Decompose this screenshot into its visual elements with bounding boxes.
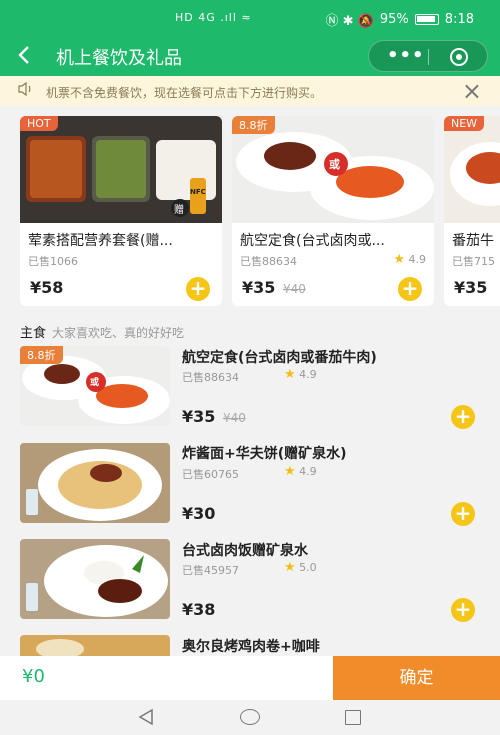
item-name: 台式卤肉饭赠矿泉水 — [182, 543, 308, 559]
title-bar: 机上餐饮及礼品 ••• — [0, 36, 500, 76]
featured-sold: 已售715 — [452, 255, 495, 268]
clock: 8:18 — [444, 12, 474, 27]
featured-sold: 已售1066 — [28, 255, 78, 268]
section-heading: 主食 大家喜欢吃、真的好好吃 — [20, 322, 184, 341]
item-image[interactable]: 8.8折 或 — [20, 346, 170, 426]
item-rating: ★ 4.9 — [284, 367, 317, 382]
item-image[interactable] — [20, 635, 170, 656]
featured-price: ¥35 — [454, 278, 488, 297]
discount-tag: 8.8折 — [20, 346, 63, 364]
featured-card[interactable]: HOT 赠 NFC 荤素搭配营养套餐(赠... 已售1066 ¥58 + — [20, 116, 222, 306]
page-title: 机上餐饮及礼品 — [56, 48, 182, 69]
cart-total: ¥0 — [22, 666, 45, 687]
notice-bar: 机票不含免费餐饮，现在选餐可点击下方进行购买。 × — [0, 76, 500, 106]
original-price: ¥40 — [282, 282, 306, 296]
drink-label: NFC — [190, 188, 206, 196]
capsule-divider — [428, 49, 429, 65]
chevron-left-icon — [18, 46, 29, 64]
speaker-icon — [18, 81, 34, 100]
item-rating: ★ 5.0 — [284, 560, 317, 575]
featured-name: 番茄牛 — [452, 233, 494, 249]
nav-back-icon[interactable] — [136, 707, 156, 727]
checkout-bar: ¥0 确定 — [0, 656, 500, 700]
notice-text: 机票不含免费餐饮，现在选餐可点击下方进行购买。 — [46, 86, 323, 100]
item-price: ¥38 — [182, 600, 216, 619]
gift-label: 赠 — [174, 205, 184, 216]
star-icon: ★ — [284, 464, 296, 479]
or-badge: 或 — [90, 378, 100, 388]
add-to-cart-button[interactable]: + — [451, 502, 475, 526]
add-to-cart-button[interactable]: + — [398, 277, 422, 301]
item-rating: ★ 4.9 — [284, 464, 317, 479]
featured-price: ¥35 ¥40 — [242, 278, 306, 297]
battery-icon — [414, 14, 439, 25]
item-image[interactable] — [20, 443, 170, 523]
more-button[interactable]: ••• — [387, 45, 425, 66]
status-icons: Ⓝ ✱ 🔕 — [325, 14, 374, 29]
mini-program-capsule: ••• — [368, 40, 488, 72]
chicken-wrap-thumb — [20, 635, 170, 656]
item-sold: 已售88634 — [182, 371, 239, 384]
featured-sold: 已售88634 — [240, 255, 297, 268]
nav-home-icon[interactable] — [240, 709, 260, 725]
status-bar: HD 4G .ıll ≈ Ⓝ ✱ 🔕 95% 8:18 — [0, 0, 500, 36]
confirm-button[interactable]: 确定 — [333, 656, 500, 700]
featured-card[interactable]: NEW 番茄牛 已售715 ¥35 — [444, 116, 500, 306]
section-subtitle: 大家喜欢吃、真的好好吃 — [52, 326, 185, 340]
star-icon: ★ — [284, 560, 296, 575]
item-name: 奥尔良烤鸡肉卷+咖啡 — [182, 639, 320, 655]
item-name: 航空定食(台式卤肉或番茄牛肉) — [182, 350, 377, 366]
or-badge: 或 — [329, 158, 340, 171]
tomato-beef-image — [444, 116, 500, 223]
signal-indicator: HD 4G .ıll ≈ — [175, 11, 252, 24]
featured-card[interactable]: 8.8折 或 航空定食(台式卤肉或... 已售88634 ★ 4.9 ¥35 ¥… — [232, 116, 434, 306]
featured-price: ¥58 — [30, 278, 64, 297]
nav-recent-icon[interactable] — [345, 710, 361, 725]
new-tag: NEW — [444, 116, 485, 131]
item-price: ¥30 — [182, 504, 216, 523]
discount-tag: 8.8折 — [232, 116, 275, 134]
section-title: 主食 — [20, 326, 47, 341]
battery-percent: 95% — [379, 12, 409, 27]
hot-tag: HOT — [20, 116, 58, 131]
close-mini-program-button[interactable] — [450, 48, 468, 66]
add-to-cart-button[interactable]: + — [186, 277, 210, 301]
braised-pork-rice-thumb — [20, 539, 170, 619]
featured-name: 航空定食(台式卤肉或... — [240, 233, 385, 249]
item-price: ¥35 ¥40 — [182, 407, 246, 426]
meal-set-image — [20, 116, 222, 223]
add-to-cart-button[interactable]: + — [451, 405, 475, 429]
featured-name: 荤素搭配营养套餐(赠... — [28, 233, 173, 249]
system-nav-bar — [0, 700, 500, 735]
featured-rating: ★ 4.9 — [393, 252, 426, 267]
status-right: Ⓝ ✱ 🔕 95% 8:18 — [326, 10, 474, 29]
item-name: 炸酱面+华夫饼(赠矿泉水) — [182, 446, 347, 462]
close-notice-icon[interactable]: × — [462, 77, 482, 105]
star-icon: ★ — [393, 252, 405, 267]
add-to-cart-button[interactable]: + — [451, 598, 475, 622]
star-icon: ★ — [284, 367, 296, 382]
item-sold: 已售60765 — [182, 468, 239, 481]
item-sold: 已售45957 — [182, 564, 239, 577]
original-price: ¥40 — [222, 411, 246, 425]
item-image[interactable] — [20, 539, 170, 619]
noodle-thumb — [20, 443, 170, 523]
back-button[interactable] — [14, 40, 42, 70]
